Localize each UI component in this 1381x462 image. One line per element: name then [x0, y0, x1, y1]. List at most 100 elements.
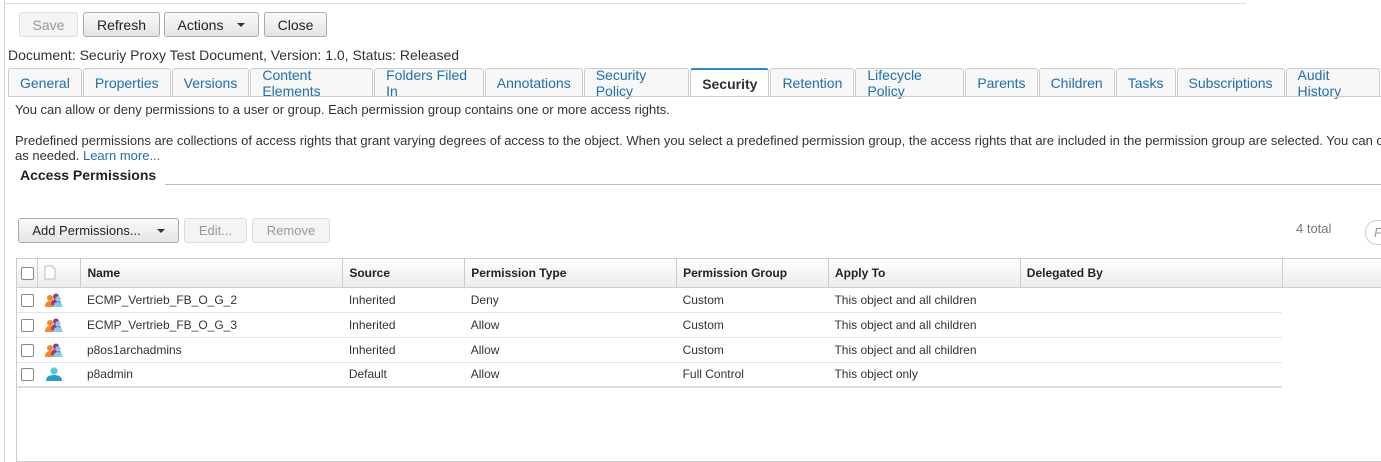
- predefined-line: Predefined permissions are collections o…: [15, 133, 1381, 148]
- group-icon: [44, 343, 63, 357]
- section-divider: [165, 184, 1381, 185]
- tab-content-elements[interactable]: Content Elements: [250, 67, 374, 99]
- cell-delegated-by: [1020, 337, 1283, 363]
- column-header-delegated-by[interactable]: Delegated By: [1020, 259, 1283, 288]
- tab-properties[interactable]: Properties: [82, 68, 171, 96]
- column-header-permission-group[interactable]: Permission Group: [676, 259, 829, 288]
- actions-label: Actions: [177, 16, 224, 33]
- tab-security-policy[interactable]: Security Policy: [583, 67, 690, 99]
- cell-apply-to: This object and all children: [828, 287, 1021, 313]
- filter-input[interactable]: F: [1365, 220, 1381, 245]
- remove-label: Remove: [266, 223, 316, 238]
- row-icon: [37, 362, 81, 388]
- refresh-button[interactable]: Refresh: [83, 12, 160, 37]
- cell-source: Default: [342, 362, 465, 388]
- cell-permission-type: Allow: [464, 362, 677, 388]
- row-checkbox[interactable]: [21, 293, 34, 307]
- select-all-checkbox[interactable]: [21, 266, 34, 280]
- row-icon: [37, 287, 81, 313]
- cell-permission-group: Custom: [676, 287, 829, 313]
- group-icon: [44, 318, 63, 332]
- tab-subscriptions[interactable]: Subscriptions: [1176, 68, 1285, 96]
- tab-lifecycle-policy[interactable]: Lifecycle Policy: [855, 67, 965, 99]
- tab-security[interactable]: Security: [690, 68, 770, 97]
- icon-header: [37, 259, 82, 288]
- row-checkbox[interactable]: [21, 343, 34, 357]
- top-border: [4, 0, 1246, 4]
- tab-retention[interactable]: Retention: [770, 68, 855, 96]
- row-checkbox[interactable]: [21, 368, 34, 382]
- cell-name: ECMP_Vertrieb_FB_O_G_3: [80, 312, 343, 338]
- row-select[interactable]: [17, 312, 38, 338]
- chevron-down-icon: [237, 22, 246, 27]
- column-header-source[interactable]: Source: [342, 259, 466, 288]
- column-header-filler: [1282, 259, 1381, 288]
- add-permissions-label: Add Permissions...: [32, 223, 141, 238]
- tab-children[interactable]: Children: [1038, 68, 1115, 96]
- save-label: Save: [32, 16, 65, 33]
- total-count: 4 total: [1296, 221, 1332, 236]
- chevron-down-icon: [156, 228, 165, 233]
- cell-permission-group: Custom: [676, 312, 829, 338]
- tab-audit-history[interactable]: Audit History: [1285, 67, 1380, 99]
- cell-permission-group: Full Control: [676, 362, 829, 388]
- learn-more-link[interactable]: Learn more...: [83, 148, 160, 163]
- column-header-permission-type[interactable]: Permission Type: [464, 259, 678, 288]
- column-header-name[interactable]: Name: [80, 259, 344, 288]
- tab-bar: General Properties Versions Content Element…: [8, 67, 1381, 99]
- column-header-apply-to[interactable]: Apply To: [828, 259, 1021, 288]
- user-icon: [45, 367, 62, 382]
- actions-button[interactable]: Actions: [164, 12, 259, 37]
- row-select[interactable]: [17, 362, 38, 388]
- section-title: Access Permissions: [20, 167, 157, 183]
- tab-tasks[interactable]: Tasks: [1115, 68, 1176, 96]
- permissions-grid: Name Source Permission Type Permission G…: [16, 258, 1381, 462]
- tab-annotations[interactable]: Annotations: [484, 68, 583, 96]
- cell-permission-type: Allow: [464, 312, 677, 338]
- document-info: Document: Securiy Proxy Test Document, V…: [8, 47, 460, 63]
- close-button[interactable]: Close: [264, 12, 327, 37]
- edit-button[interactable]: Edit...: [184, 218, 247, 243]
- cell-source: Inherited: [342, 337, 465, 363]
- cell-name: ECMP_Vertrieb_FB_O_G_2: [80, 287, 343, 313]
- tab-folders-filed-in[interactable]: Folders Filed In: [374, 67, 484, 99]
- group-icon: [44, 293, 63, 307]
- table-row[interactable]: ECMP_Vertrieb_FB_O_G_2 Inherited Deny Custo…: [17, 287, 1381, 313]
- row-select[interactable]: [17, 337, 38, 363]
- frame-border: [4, 0, 5, 462]
- cell-apply-to: This object and all children: [828, 312, 1021, 338]
- tab-general[interactable]: General: [8, 68, 82, 96]
- intro-text: You can allow or deny permissions to a u…: [15, 102, 670, 117]
- table-row[interactable]: p8admin Default Allow Full Control This obje…: [17, 362, 1381, 388]
- predefined-cont: as needed.: [15, 148, 80, 163]
- table-row[interactable]: ECMP_Vertrieb_FB_O_G_3 Inherited Allow Cust…: [17, 312, 1381, 338]
- cell-apply-to: This object and all children: [828, 337, 1021, 363]
- cell-permission-type: Deny: [464, 287, 677, 313]
- document-icon: [44, 265, 56, 280]
- close-label: Close: [277, 16, 314, 33]
- cell-permission-type: Allow: [464, 337, 677, 363]
- cell-source: Inherited: [342, 312, 465, 338]
- cell-source: Inherited: [342, 287, 465, 313]
- row-icon: [37, 337, 81, 363]
- refresh-label: Refresh: [96, 16, 147, 33]
- predefined-text: Predefined permissions are collections o…: [15, 133, 1381, 163]
- edit-label: Edit...: [198, 223, 233, 238]
- add-permissions-button[interactable]: Add Permissions...: [18, 218, 179, 243]
- cell-name: p8admin: [80, 362, 343, 388]
- cell-delegated-by: [1020, 287, 1283, 313]
- cell-delegated-by: [1020, 362, 1283, 388]
- cell-name: p8os1archadmins: [80, 337, 343, 363]
- row-checkbox[interactable]: [21, 318, 34, 332]
- remove-button[interactable]: Remove: [252, 218, 330, 243]
- row-icon: [37, 312, 81, 338]
- tab-versions[interactable]: Versions: [171, 68, 250, 96]
- save-button[interactable]: Save: [19, 12, 78, 37]
- tab-divider: [8, 96, 1381, 97]
- tab-parents[interactable]: Parents: [965, 68, 1038, 96]
- cell-permission-group: Custom: [676, 337, 829, 363]
- table-row[interactable]: p8os1archadmins Inherited Allow Custom This …: [17, 337, 1381, 363]
- row-select[interactable]: [17, 287, 38, 313]
- select-all-header[interactable]: [17, 259, 39, 288]
- cell-apply-to: This object only: [828, 362, 1021, 388]
